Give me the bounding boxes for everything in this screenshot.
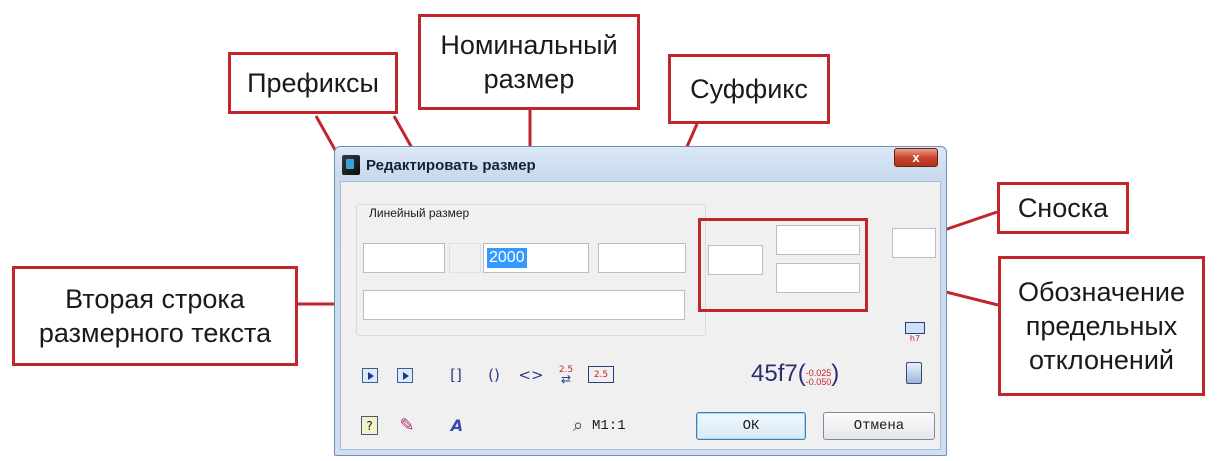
- callout-suffix-text: Суффикс: [690, 74, 808, 104]
- footnote-input[interactable]: [892, 228, 936, 258]
- callout-tolerance-line3: отклонений: [1029, 345, 1174, 375]
- prefix-input-2[interactable]: [449, 243, 481, 273]
- dialog-titlebar[interactable]: Редактировать размер x: [335, 147, 946, 181]
- callout-footnote-text: Сноска: [1017, 193, 1109, 223]
- scale-label: М1:1: [592, 418, 626, 434]
- magnifier-icon[interactable]: ⌕: [567, 414, 589, 436]
- second-line-input[interactable]: [363, 290, 685, 320]
- suffix-input[interactable]: [598, 243, 686, 273]
- framed-text-icon[interactable]: 2.5: [588, 366, 614, 383]
- callout-tolerance: Обозначение предельных отклонений: [998, 256, 1205, 396]
- insert-right-icon[interactable]: [397, 368, 413, 383]
- tolerance-table-icon-label: h7: [909, 333, 921, 343]
- callout-nominal-line1: Номинальный: [440, 30, 618, 60]
- group-label: Линейный размер: [367, 206, 472, 220]
- tolerance-example-value: 45f7: [751, 360, 798, 387]
- angle-brackets-icon[interactable]: <>: [517, 363, 545, 387]
- callout-prefixes-text: Префиксы: [247, 68, 379, 98]
- parentheses-icon[interactable]: (): [482, 363, 506, 387]
- text-style-icon[interactable]: A: [445, 414, 469, 436]
- prefix-input-1[interactable]: [363, 243, 445, 273]
- callout-suffix: Суффикс: [668, 54, 830, 124]
- fraction-icon[interactable]: 2.5 ⇄: [553, 362, 579, 388]
- callout-tolerance-line2: предельных: [1025, 311, 1178, 341]
- callout-footnote: Сноска: [997, 182, 1129, 234]
- callout-nominal-size: Номинальный размер: [418, 14, 640, 110]
- tolerance-example[interactable]: 45f7(-0.025 -0.050): [751, 360, 839, 388]
- help-icon[interactable]: ?: [361, 416, 378, 435]
- tolerance-highlight-frame: [698, 218, 868, 312]
- callout-second-line1: Вторая строка: [65, 284, 245, 314]
- nominal-size-value: 2000: [487, 248, 527, 268]
- calculator-icon[interactable]: [906, 362, 922, 384]
- square-brackets-icon[interactable]: []: [444, 363, 468, 387]
- close-button[interactable]: x: [894, 148, 938, 167]
- callout-second-line2: размерного текста: [38, 318, 272, 348]
- callout-prefixes: Префиксы: [228, 52, 398, 114]
- ok-button[interactable]: ОК: [696, 412, 806, 440]
- app-icon: [342, 155, 360, 175]
- nominal-size-input[interactable]: 2000: [483, 243, 589, 273]
- callout-nominal-line2: размер: [483, 64, 575, 94]
- tolerance-table-icon[interactable]: h7: [904, 320, 926, 344]
- cancel-button[interactable]: Отмена: [823, 412, 935, 440]
- callout-tolerance-line1: Обозначение: [1018, 277, 1185, 307]
- callout-second-line: Вторая строка размерного текста: [12, 266, 298, 366]
- dialog-title: Редактировать размер: [366, 157, 536, 174]
- insert-left-icon[interactable]: [362, 368, 378, 383]
- brush-icon[interactable]: ✎: [396, 414, 418, 436]
- tolerance-lower-deviation: -0.050: [805, 377, 832, 387]
